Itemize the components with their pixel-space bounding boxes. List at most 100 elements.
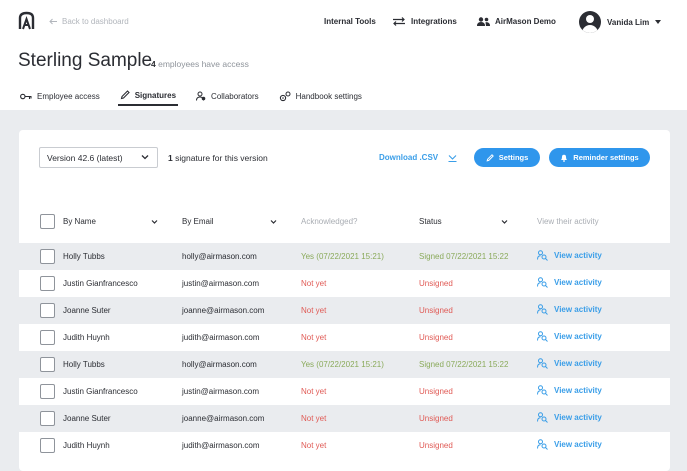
select-all-checkbox[interactable]	[40, 214, 55, 229]
settings-button[interactable]: Settings	[474, 148, 540, 167]
employee-email: holly@airmason.com	[182, 252, 257, 261]
view-activity-label: View activity	[554, 386, 602, 395]
table-row: Judith Huynh judith@airmason.com Not yet Un…	[19, 324, 687, 351]
view-activity-label: View activity	[554, 359, 602, 368]
integrations-link[interactable]: Integrations	[392, 17, 457, 26]
signature-count: 1	[168, 153, 173, 163]
user-search-icon	[537, 331, 548, 342]
download-csv-link[interactable]: Download .CSV	[379, 153, 457, 162]
tab-employee-access[interactable]: Employee access	[18, 86, 102, 106]
view-activity-link[interactable]: View activity	[537, 439, 602, 450]
download-label: Download .CSV	[379, 153, 439, 162]
view-activity-label: View activity	[554, 332, 602, 341]
table-row: Justin Gianfrancesco justin@airmason.com N…	[19, 378, 687, 405]
gears-icon	[279, 91, 291, 101]
acknowledged-value: Not yet	[301, 333, 327, 342]
bell-icon	[561, 154, 568, 162]
view-activity-link[interactable]: View activity	[537, 304, 602, 315]
row-checkbox[interactable]	[40, 357, 55, 372]
view-activity-label: View activity	[554, 413, 602, 422]
row-checkbox[interactable]	[40, 411, 55, 426]
tab-collaborators[interactable]: Collaborators	[194, 86, 261, 106]
caret-down-icon	[655, 20, 662, 24]
employee-name: Holly Tubbs	[63, 360, 105, 369]
page-title: Sterling Sample	[18, 50, 153, 71]
view-activity-link[interactable]: View activity	[537, 250, 602, 261]
view-activity-label: View activity	[554, 251, 602, 260]
version-select[interactable]: Version 42.6 (latest)	[39, 147, 158, 168]
access-count: 4	[151, 59, 156, 69]
table-row: Judith Huynh judith@airmason.com Not yet Un…	[19, 432, 687, 459]
status-value: Unsigned	[419, 387, 453, 396]
row-checkbox[interactable]	[40, 249, 55, 264]
row-checkbox[interactable]	[40, 384, 55, 399]
table-row: Joanne Suter joanne@airmason.com Not yet Un…	[19, 405, 687, 432]
column-label: View their activity	[537, 217, 599, 226]
user-search-icon	[537, 439, 548, 450]
status-value: Unsigned	[419, 306, 453, 315]
status-value: Unsigned	[419, 414, 453, 423]
users-icon	[196, 91, 206, 101]
view-activity-link[interactable]: View activity	[537, 412, 602, 423]
row-checkbox[interactable]	[40, 303, 55, 318]
status-value: Signed 07/22/2021 15:22	[419, 360, 509, 369]
organization-switcher[interactable]: AirMason Demo	[477, 17, 556, 26]
row-checkbox[interactable]	[40, 276, 55, 291]
user-search-icon	[537, 385, 548, 396]
back-to-dashboard-link[interactable]: Back to dashboard	[49, 17, 129, 26]
table-row: Holly Tubbs holly@airmason.com Yes (07/22/…	[19, 351, 687, 378]
view-activity-link[interactable]: View activity	[537, 385, 602, 396]
tab-handbook-settings[interactable]: Handbook settings	[277, 86, 364, 106]
key-icon	[20, 93, 32, 99]
user-menu[interactable]: Vanida Lim	[579, 11, 662, 33]
acknowledged-value: Yes (07/22/2021 15:21)	[301, 252, 384, 261]
column-header-status[interactable]: Status	[419, 217, 508, 226]
table-row: Joanne Suter joanne@airmason.com Not yet Un…	[19, 297, 687, 324]
view-activity-link[interactable]: View activity	[537, 331, 602, 342]
user-search-icon	[537, 250, 548, 261]
table-row: Justin Gianfrancesco justin@airmason.com N…	[19, 270, 687, 297]
reminder-settings-button[interactable]: Reminder settings	[549, 148, 650, 167]
signature-count-text: 1 signature for this version	[168, 153, 268, 163]
user-search-icon	[537, 277, 548, 288]
chevron-down-icon	[501, 220, 508, 224]
users-icon	[477, 17, 490, 26]
acknowledged-value: Yes (07/22/2021 15:21)	[301, 360, 384, 369]
row-checkbox[interactable]	[40, 330, 55, 345]
acknowledged-value: Not yet	[301, 387, 327, 396]
table-header: By Name By Email Acknowledged? Status Vi…	[19, 210, 670, 234]
status-value: Unsigned	[419, 441, 453, 450]
employee-email: holly@airmason.com	[182, 360, 257, 369]
user-search-icon	[537, 304, 548, 315]
employee-email: joanne@airmason.com	[182, 306, 265, 315]
acknowledged-value: Not yet	[301, 306, 327, 315]
status-value: Unsigned	[419, 333, 453, 342]
column-header-acknowledged: Acknowledged?	[301, 217, 357, 226]
arrow-left-icon	[49, 18, 57, 25]
employee-email: judith@airmason.com	[182, 333, 260, 342]
view-activity-link[interactable]: View activity	[537, 277, 602, 288]
column-label: By Email	[182, 217, 214, 226]
employee-name: Justin Gianfrancesco	[63, 387, 138, 396]
chevron-down-icon	[151, 220, 158, 224]
employee-name: Justin Gianfrancesco	[63, 279, 138, 288]
reminder-label: Reminder settings	[573, 153, 639, 162]
status-value: Unsigned	[419, 279, 453, 288]
internal-tools-link[interactable]: Internal Tools	[324, 17, 376, 26]
view-activity-link[interactable]: View activity	[537, 358, 602, 369]
row-checkbox[interactable]	[40, 438, 55, 453]
column-header-email[interactable]: By Email	[182, 217, 277, 226]
view-activity-label: View activity	[554, 278, 602, 287]
airmason-logo[interactable]	[17, 11, 36, 31]
settings-label: Settings	[498, 153, 529, 162]
column-label: Acknowledged?	[301, 217, 358, 226]
status-value: Signed 07/22/2021 15:22	[419, 252, 509, 261]
column-header-name[interactable]: By Name	[63, 217, 158, 226]
access-count-text: 4 employees have access	[151, 59, 249, 69]
tab-signatures[interactable]: Signatures	[117, 86, 179, 106]
integrations-label: Integrations	[411, 17, 457, 26]
table-row: Holly Tubbs holly@airmason.com Yes (07/22/…	[19, 243, 687, 270]
back-label: Back to dashboard	[62, 17, 129, 26]
avatar	[579, 11, 601, 33]
tab-label: Signatures	[134, 90, 177, 100]
